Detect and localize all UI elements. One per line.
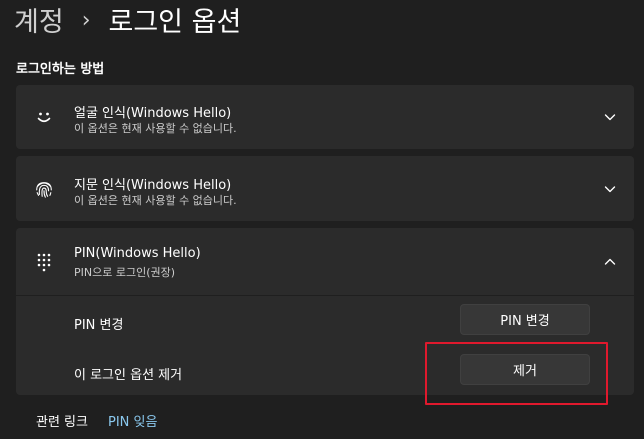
chevron-down-icon[interactable]	[602, 181, 618, 197]
pin-subtitle: PIN으로 로그인(권장)	[74, 266, 176, 279]
face-recognition-card[interactable]: 얼굴 인식(Windows Hello) 이 옵션은 현재 사용할 수 없습니다…	[16, 85, 634, 149]
related-links: 관련 링크 PIN 잊음	[36, 411, 157, 430]
forgot-pin-link[interactable]: PIN 잊음	[108, 411, 157, 430]
fingerprint-subtitle: 이 옵션은 현재 사용할 수 없습니다.	[74, 194, 237, 207]
highlight-annotation-box	[425, 342, 608, 405]
face-recognition-subtitle: 이 옵션은 현재 사용할 수 없습니다.	[74, 122, 237, 135]
pin-title: PIN(Windows Hello)	[74, 246, 201, 261]
fingerprint-icon	[34, 179, 54, 199]
pin-card[interactable]: PIN(Windows Hello) PIN으로 로그인(권장)	[16, 228, 634, 295]
remove-option-label: 이 로그인 옵션 제거	[74, 368, 183, 383]
change-pin-button[interactable]: PIN 변경	[460, 304, 590, 335]
sign-in-options-page: 계정 › 로그인 옵션 로그인하는 방법 얼굴 인식(Windows Hello…	[0, 0, 644, 439]
fingerprint-title: 지문 인식(Windows Hello)	[74, 178, 232, 193]
breadcrumb: 계정 › 로그인 옵션	[14, 0, 241, 38]
related-links-label: 관련 링크	[36, 415, 88, 430]
breadcrumb-accounts-link[interactable]: 계정	[14, 0, 64, 39]
change-pin-label: PIN 변경	[74, 318, 124, 333]
page-title: 로그인 옵션	[108, 6, 242, 38]
section-title: 로그인하는 방법	[16, 62, 105, 77]
fingerprint-card[interactable]: 지문 인식(Windows Hello) 이 옵션은 현재 사용할 수 없습니다…	[16, 156, 634, 221]
chevron-down-icon[interactable]	[602, 109, 618, 125]
keypad-icon	[34, 252, 54, 272]
smiley-face-icon	[34, 107, 54, 127]
breadcrumb-separator: ›	[81, 7, 91, 33]
chevron-up-icon[interactable]	[602, 254, 618, 270]
face-recognition-title: 얼굴 인식(Windows Hello)	[74, 106, 232, 121]
